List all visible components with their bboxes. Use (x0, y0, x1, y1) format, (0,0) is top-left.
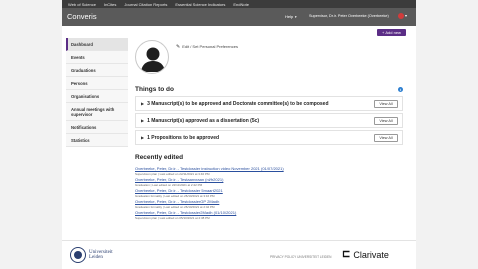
avatar (135, 40, 169, 74)
recent-item-meta: Supervision plan | Last edited on 05/10/… (135, 215, 210, 220)
todo-text: 3 Manuscript(s) to be approved and Docto… (147, 100, 329, 107)
sidebar-item-events[interactable]: Events (66, 51, 128, 64)
todo-item[interactable]: ▶ 1 Manuscript(s) approved as a disserta… (135, 113, 403, 128)
recent-item-meta: Graduation | Last edited on 22/11/2021 a… (135, 182, 203, 187)
add-new-button[interactable]: + Add new (377, 29, 406, 36)
list-item: Overbeeke, Peter, Dr.ir. - TestdossierGP… (135, 199, 405, 209)
clarivate-wordmark: Clarivate (353, 250, 389, 260)
recent-item-link[interactable]: Overbeeke, Peter, Dr.ir. - TestdossierGP… (135, 199, 405, 204)
privacy-policy-link[interactable]: PRIVACY POLICY UNIVERSITEIT LEIDEN (270, 255, 331, 259)
role-selector[interactable]: Supervisor, Dr.ir. Peter Overbeeke (Over… (309, 14, 389, 18)
top-link-endnote[interactable]: EndNote (233, 2, 249, 7)
help-menu[interactable]: Help▼ (285, 14, 297, 19)
app-header: Converis Help▼ Supervisor, Dr.ir. Peter … (62, 8, 416, 26)
chevron-down-icon: ▼ (294, 15, 298, 19)
footer-divider (62, 240, 416, 241)
recent-item-link[interactable]: Overbeeke, Peter, Dr.ir. - Testdossier i… (135, 166, 405, 171)
recent-item-link[interactable]: Overbeeke, Peter, Dr.ir. - Testdossier2M… (135, 210, 405, 215)
collapse-toggle-icon[interactable]: ⇕ (398, 87, 403, 92)
recently-edited-heading: Recently edited (135, 154, 184, 161)
list-item: Overbeeke, Peter, Dr.ir. - Testaanvraan … (135, 177, 405, 187)
chevron-down-icon[interactable]: ▾ (405, 13, 407, 18)
sidebar-item-persons[interactable]: Persons (66, 77, 128, 90)
sidebar-item-statistics[interactable]: Statistics (66, 134, 128, 147)
top-link-jcr[interactable]: Journal Citation Reports (124, 2, 167, 7)
top-link-esi[interactable]: Essential Science Indicators (175, 2, 225, 7)
top-link-web-of-science[interactable]: Web of Science (68, 2, 96, 7)
todo-text: 1 Manuscript(s) approved as a dissertati… (147, 117, 260, 124)
sidebar-item-dashboard[interactable]: Dashboard (66, 38, 128, 51)
recent-item-meta: Supervision plan | Last edited on 22/11/… (135, 171, 210, 176)
sidebar: Dashboard Events Graduations Persons Org… (66, 38, 128, 147)
view-all-button[interactable]: View All (374, 134, 398, 142)
add-new-label: Add new (385, 30, 401, 35)
recent-item-link[interactable]: Overbeeke, Peter, Dr.ir. - Testaanvraan … (135, 177, 405, 182)
caret-right-icon: ▶ (141, 118, 145, 123)
view-all-button[interactable]: View All (374, 117, 398, 125)
university-name: Universiteit Leiden (89, 249, 113, 261)
todo-item[interactable]: ▶ 1 Propositions to be approved View All (135, 130, 403, 145)
clarivate-logo[interactable]: ⊏ Clarivate (342, 249, 389, 261)
user-silhouette-icon (141, 47, 165, 72)
things-to-do-heading: Things to do (135, 86, 174, 93)
right-gutter (416, 0, 478, 269)
recent-item-meta: Graduation formality | Last edited on 26… (135, 204, 215, 209)
todo-text: 1 Propositions to be approved (147, 134, 220, 141)
top-links-bar: Web of Science InCites Journal Citation … (62, 0, 416, 8)
list-item: Overbeeke, Peter, Dr.ir. - Testdossier 5… (135, 188, 405, 198)
list-item: Overbeeke, Peter, Dr.ir. - Testdossier2M… (135, 210, 405, 220)
todo-item[interactable]: ▶ 3 Manuscript(s) to be approved and Doc… (135, 96, 403, 111)
university-logo[interactable]: Universiteit Leiden (70, 247, 113, 263)
caret-right-icon: ▶ (141, 135, 145, 140)
recent-item-link[interactable]: Overbeeke, Peter, Dr.ir. - Testdossier 5… (135, 188, 405, 193)
clarivate-mark-icon: ⊏ (342, 249, 351, 260)
sidebar-item-organisations[interactable]: Organisations (66, 90, 128, 103)
notification-flag-icon[interactable] (398, 13, 404, 19)
list-item: Overbeeke, Peter, Dr.ir. - Testdossier i… (135, 166, 405, 176)
edit-preferences-label: Edit / Set Personal Preferences (182, 44, 239, 49)
university-seal-icon (70, 247, 86, 263)
brand-logo[interactable]: Converis (67, 12, 97, 21)
top-link-incites[interactable]: InCites (104, 2, 116, 7)
sidebar-item-notifications[interactable]: Notifications (66, 121, 128, 134)
sidebar-item-annual-meetings[interactable]: Annual meetings with supervisor (66, 103, 128, 121)
left-gutter (0, 0, 62, 269)
plus-icon: + (382, 30, 385, 35)
sidebar-item-graduations[interactable]: Graduations (66, 64, 128, 77)
view-all-button[interactable]: View All (374, 100, 398, 108)
recent-item-meta: Graduation formality | Last edited on 26… (135, 193, 215, 198)
pencil-icon: ✎ (176, 44, 181, 50)
edit-preferences-link[interactable]: ✎ Edit / Set Personal Preferences (176, 44, 238, 50)
help-label: Help (285, 14, 294, 19)
caret-right-icon: ▶ (141, 101, 145, 106)
